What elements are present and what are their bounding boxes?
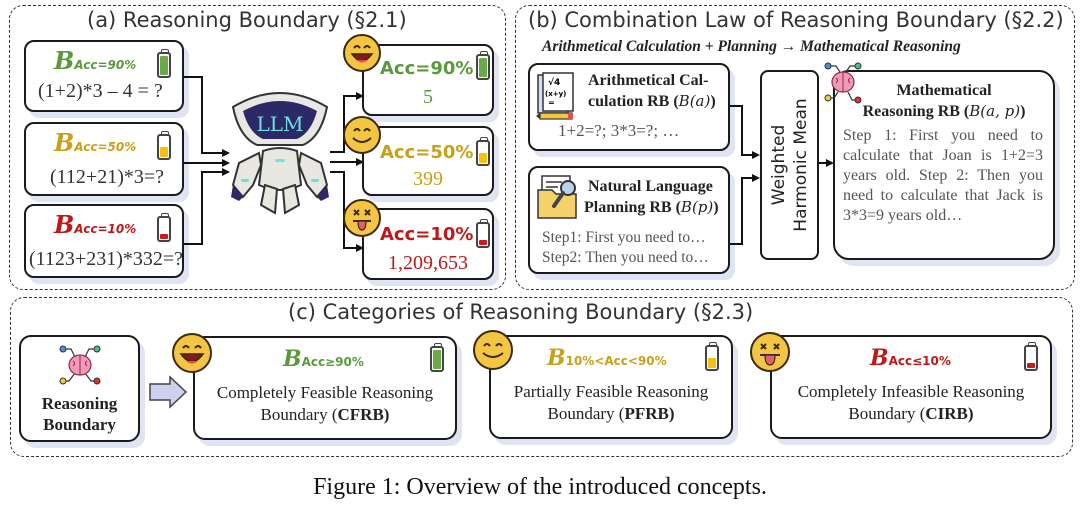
arrow-head xyxy=(752,151,760,159)
connector-line xyxy=(730,105,752,156)
brain-circuit-icon xyxy=(59,345,101,385)
reasoning-boundary-source-card: Reasoning Boundary xyxy=(19,335,140,442)
category-description: Completely Infeasible Reasoning Boundary… xyxy=(797,382,1025,423)
block-arrow-icon xyxy=(149,375,188,409)
battery-half-icon xyxy=(705,342,719,371)
dizzy-tongue-face-icon xyxy=(750,332,790,372)
category-card-cirb: BAcc≤10% Completely Infeasible Reasoning… xyxy=(770,335,1052,439)
math-reasoning-steps: Step 1: First you need to calculate that… xyxy=(843,127,1043,224)
battery-full-icon xyxy=(430,343,444,372)
mathematical-reasoning-card: Mathematical Reasoning RB (B(a, p)) Step… xyxy=(833,70,1055,260)
laughing-face-icon xyxy=(172,333,212,373)
panel-c-title: (c) Categories of Reasoning Boundary (§2… xyxy=(288,300,754,324)
arrow-head xyxy=(752,174,760,182)
smiling-face-icon xyxy=(473,330,513,370)
connector-line xyxy=(730,177,752,245)
category-description: Partially Feasible Reasoning Boundary (P… xyxy=(513,382,709,423)
boundary-label: BAcc≥90% xyxy=(283,346,364,372)
category-description: Completely Feasible Reasoning Boundary (… xyxy=(216,383,434,424)
boundary-label: BAcc≤10% xyxy=(870,345,951,371)
category-card-pfrb: B10%<Acc<90% Partially Feasible Reasonin… xyxy=(489,335,733,439)
weighted-harmonic-mean-box: Weighted Harmonic Mean xyxy=(760,70,819,260)
brain-circuit-icon xyxy=(824,62,862,104)
figure-caption: Figure 1: Overview of the introduced con… xyxy=(313,474,767,500)
reasoning-boundary-label: Reasoning Boundary xyxy=(41,394,118,434)
boundary-label: B10%<Acc<90% xyxy=(547,345,667,371)
battery-low-icon xyxy=(1024,342,1038,371)
category-card-cfrb: BAcc≥90% Completely Feasible Reasoning B… xyxy=(193,336,457,440)
weighted-harmonic-mean-label: Weighted Harmonic Mean xyxy=(768,98,811,232)
math-reasoning-title: Mathematical Reasoning RB (B(a, p)) xyxy=(862,82,1026,120)
